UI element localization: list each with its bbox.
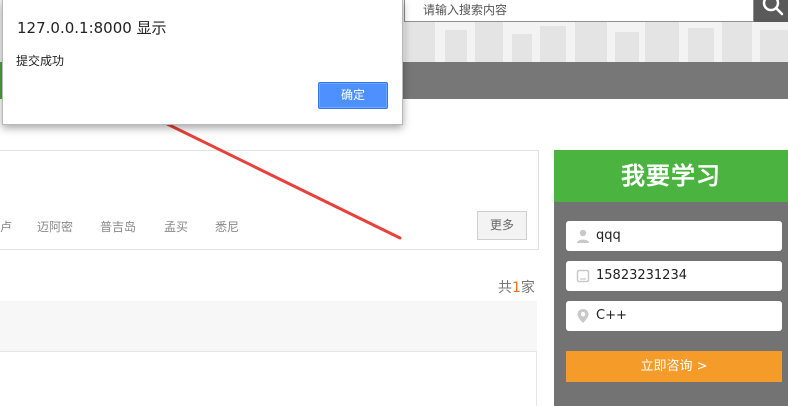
consult-now-button[interactable]: 立即咨询 >	[566, 351, 782, 382]
total-suffix: 家	[520, 280, 535, 296]
study-form-title: 我要学习	[554, 150, 788, 202]
phone-field[interactable]: 15823231234	[566, 261, 782, 291]
dialog-title: 127.0.0.1:8000 显示	[17, 19, 167, 37]
total-count: 1	[512, 280, 521, 296]
search-icon	[762, 0, 784, 16]
city-link[interactable]: 迈阿密	[37, 218, 73, 235]
ok-button[interactable]: 确定	[318, 82, 388, 109]
name-field[interactable]: qqq	[566, 221, 782, 251]
course-field[interactable]: C++	[566, 301, 782, 331]
course-value: C++	[596, 308, 627, 323]
city-link[interactable]: 卢	[0, 218, 12, 235]
more-cities-button[interactable]: 更多	[477, 211, 527, 240]
results-list-header	[0, 301, 537, 352]
results-total: 共1家	[498, 277, 535, 297]
dialog-message: 提交成功	[16, 54, 65, 68]
city-filter-panel	[0, 150, 539, 250]
search-button[interactable]	[754, 0, 788, 22]
search-input[interactable]: 请输入搜索内容	[404, 0, 754, 22]
alert-dialog: 127.0.0.1:8000 显示 提交成功 确定	[2, 0, 403, 125]
city-link[interactable]: 孟买	[164, 218, 188, 235]
phone-icon	[576, 269, 590, 283]
city-link[interactable]: 普吉岛	[100, 218, 136, 235]
results-list-body	[0, 352, 537, 406]
user-icon	[577, 229, 589, 243]
city-link[interactable]: 悉尼	[215, 218, 239, 235]
total-prefix: 共	[498, 280, 512, 296]
location-pin-icon	[577, 309, 589, 323]
phone-value: 15823231234	[596, 268, 687, 283]
name-value: qqq	[596, 228, 621, 243]
